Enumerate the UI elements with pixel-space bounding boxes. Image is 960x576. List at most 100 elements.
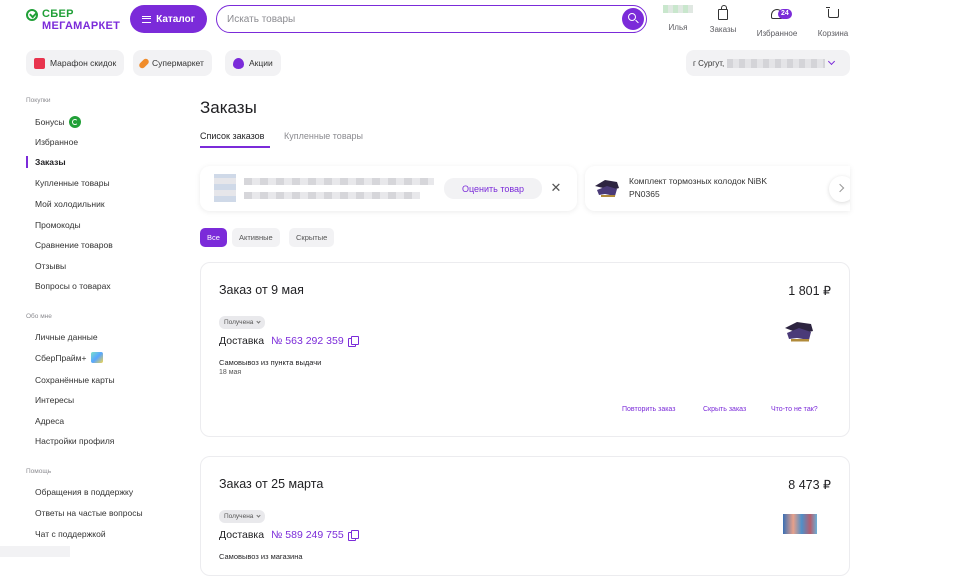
city-label: г Сургут, <box>693 58 725 68</box>
sidebar-item-bonuses[interactable]: Бонусы <box>35 116 81 128</box>
repeat-order-link[interactable]: Повторить заказ <box>622 406 675 413</box>
menu-icon <box>142 15 152 23</box>
product-name-blurred <box>244 192 420 199</box>
carrot-icon <box>137 56 151 70</box>
search-button[interactable] <box>622 8 644 30</box>
sidebar-item-reviews[interactable]: Отзывы <box>35 261 66 271</box>
filter-active[interactable]: Активные <box>232 228 280 247</box>
quick-link-marathon[interactable]: Марафон скидок <box>26 50 125 76</box>
order-product-image[interactable] <box>783 514 817 534</box>
sidebar-item-promocodes[interactable]: Промокоды <box>35 220 81 230</box>
order-price: 8 473 ₽ <box>788 478 831 492</box>
sidebar-item-support-requests[interactable]: Обращения в поддержку <box>35 487 133 497</box>
quick-link-label: Марафон скидок <box>50 58 117 68</box>
sidebar-item-questions[interactable]: Вопросы о товарах <box>35 281 111 291</box>
sidebar-item-purchased-goods[interactable]: Купленные товары <box>35 178 110 188</box>
sidebar-item-support-chat[interactable]: Чат с поддержкой <box>35 529 106 539</box>
bottom-bar <box>0 546 70 557</box>
order-number[interactable]: № 563 292 359 <box>271 335 344 347</box>
sidebar-item-label: Бонусы <box>35 117 65 127</box>
sbermegamarket-logo[interactable]: СБЕР МЕГАМАРКЕТ <box>26 8 126 32</box>
product-name-blurred <box>244 178 434 185</box>
sidebar-item-fridge[interactable]: Мой холодильник <box>35 199 105 209</box>
sidebar-item-addresses[interactable]: Адреса <box>35 416 64 426</box>
chevron-down-icon <box>828 57 836 66</box>
bag-icon <box>718 5 728 20</box>
catalog-button[interactable]: Каталог <box>130 5 207 33</box>
order-title: Заказ от 9 мая <box>219 283 304 297</box>
filter-all[interactable]: Все <box>200 228 227 247</box>
quick-link-label: Супермаркет <box>152 58 204 68</box>
header: СБЕР МЕГАМАРКЕТ Каталог Илья Заказы 24 И… <box>0 0 960 40</box>
profile-button[interactable]: Илья <box>662 5 694 35</box>
order-product-image[interactable] <box>781 316 817 346</box>
product-thumbnail-blurred <box>214 174 236 202</box>
chevron-down-icon <box>256 319 262 324</box>
search-input[interactable] <box>227 12 607 26</box>
copy-icon[interactable] <box>347 335 359 347</box>
address-blurred <box>727 58 826 68</box>
order-number[interactable]: № 589 249 755 <box>271 529 344 541</box>
sidebar-item-sberprime[interactable]: СберПрайм+ <box>35 352 103 363</box>
chevron-down-icon <box>256 513 262 518</box>
logo-line1: СБЕР <box>42 8 74 20</box>
favorites-label: Избранное <box>756 29 798 38</box>
pickup-type: Самовывоз из пункта выдачи <box>219 358 322 367</box>
orders-label: Заказы <box>709 25 737 34</box>
cart-label: Корзина <box>817 29 849 38</box>
sidebar-group-about: Обо мне <box>26 313 52 320</box>
copy-icon[interactable] <box>347 529 359 541</box>
sidebar-item-personal-data[interactable]: Личные данные <box>35 332 98 342</box>
sidebar-item-faq[interactable]: Ответы на частые вопросы <box>35 508 143 518</box>
sidebar-item-saved-cards[interactable]: Сохранённые карты <box>35 375 115 385</box>
active-tab-underline <box>200 146 270 148</box>
delivery-label: Доставка <box>219 529 265 541</box>
favorites-count-badge: 24 <box>778 9 792 19</box>
quick-link-promotions[interactable]: Акции <box>225 50 281 76</box>
order-card[interactable]: Заказ от 25 марта 8 473 ₽ Получена Доста… <box>200 456 850 576</box>
sidebar-item-label: СберПрайм+ <box>35 352 87 363</box>
order-card[interactable]: Заказ от 9 мая 1 801 ₽ Получена Доставка… <box>200 262 850 437</box>
sidebar-item-orders[interactable]: Заказы <box>35 157 66 167</box>
status-label: Получена <box>224 513 254 520</box>
sidebar-group-help: Помощь <box>26 468 52 475</box>
search-bar <box>216 5 647 33</box>
search-icon <box>628 13 636 21</box>
report-problem-link[interactable]: Что-то не так? <box>771 406 818 413</box>
close-icon[interactable]: ✕ <box>550 181 562 194</box>
product-suggestion-card[interactable]: Комплект тормозных колодок NiBK PN0365 <box>585 166 850 211</box>
rate-product-button[interactable]: Оценить товар <box>444 178 542 199</box>
status-badge[interactable]: Получена <box>219 316 266 329</box>
logo-check-icon <box>26 9 38 21</box>
sidebar-item-profile-settings[interactable]: Настройки профиля <box>35 436 114 446</box>
active-indicator <box>26 156 28 168</box>
product-name: Комплект тормозных колодок NiBK PN0365 <box>629 176 768 199</box>
order-title: Заказ от 25 марта <box>219 477 324 491</box>
orders-button[interactable]: Заказы <box>706 5 740 35</box>
bonus-icon <box>68 116 81 128</box>
delivery-line: Доставка № 589 249 755 <box>219 529 359 541</box>
avatar <box>663 5 693 13</box>
rate-product-card: Оценить товар ✕ <box>200 166 577 211</box>
status-badge[interactable]: Получена <box>219 510 266 523</box>
cart-button[interactable]: Корзина <box>814 5 852 38</box>
quick-link-supermarket[interactable]: Супермаркет <box>133 50 212 76</box>
sberprime-icon <box>90 352 103 363</box>
fire-icon <box>233 57 244 69</box>
tab-purchased-goods[interactable]: Купленные товары <box>284 131 363 141</box>
logo-line2: МЕГАМАРКЕТ <box>42 20 121 32</box>
favorites-button[interactable]: 24 Избранное <box>754 5 800 38</box>
filter-hidden[interactable]: Скрытые <box>289 228 335 247</box>
sidebar-item-interests[interactable]: Интересы <box>35 395 74 405</box>
cart-icon <box>825 7 839 18</box>
sidebar-item-compare[interactable]: Сравнение товаров <box>35 240 113 250</box>
discount-icon <box>34 57 45 69</box>
chevron-right-icon[interactable] <box>829 176 850 202</box>
tab-order-list[interactable]: Список заказов <box>200 131 264 141</box>
order-price: 1 801 ₽ <box>788 284 831 298</box>
sidebar-item-favorites[interactable]: Избранное <box>35 137 78 147</box>
delivery-label: Доставка <box>219 335 265 347</box>
city-selector[interactable]: г Сургут, <box>686 50 850 76</box>
hide-order-link[interactable]: Скрыть заказ <box>703 406 746 413</box>
catalog-label: Каталог <box>156 13 195 25</box>
